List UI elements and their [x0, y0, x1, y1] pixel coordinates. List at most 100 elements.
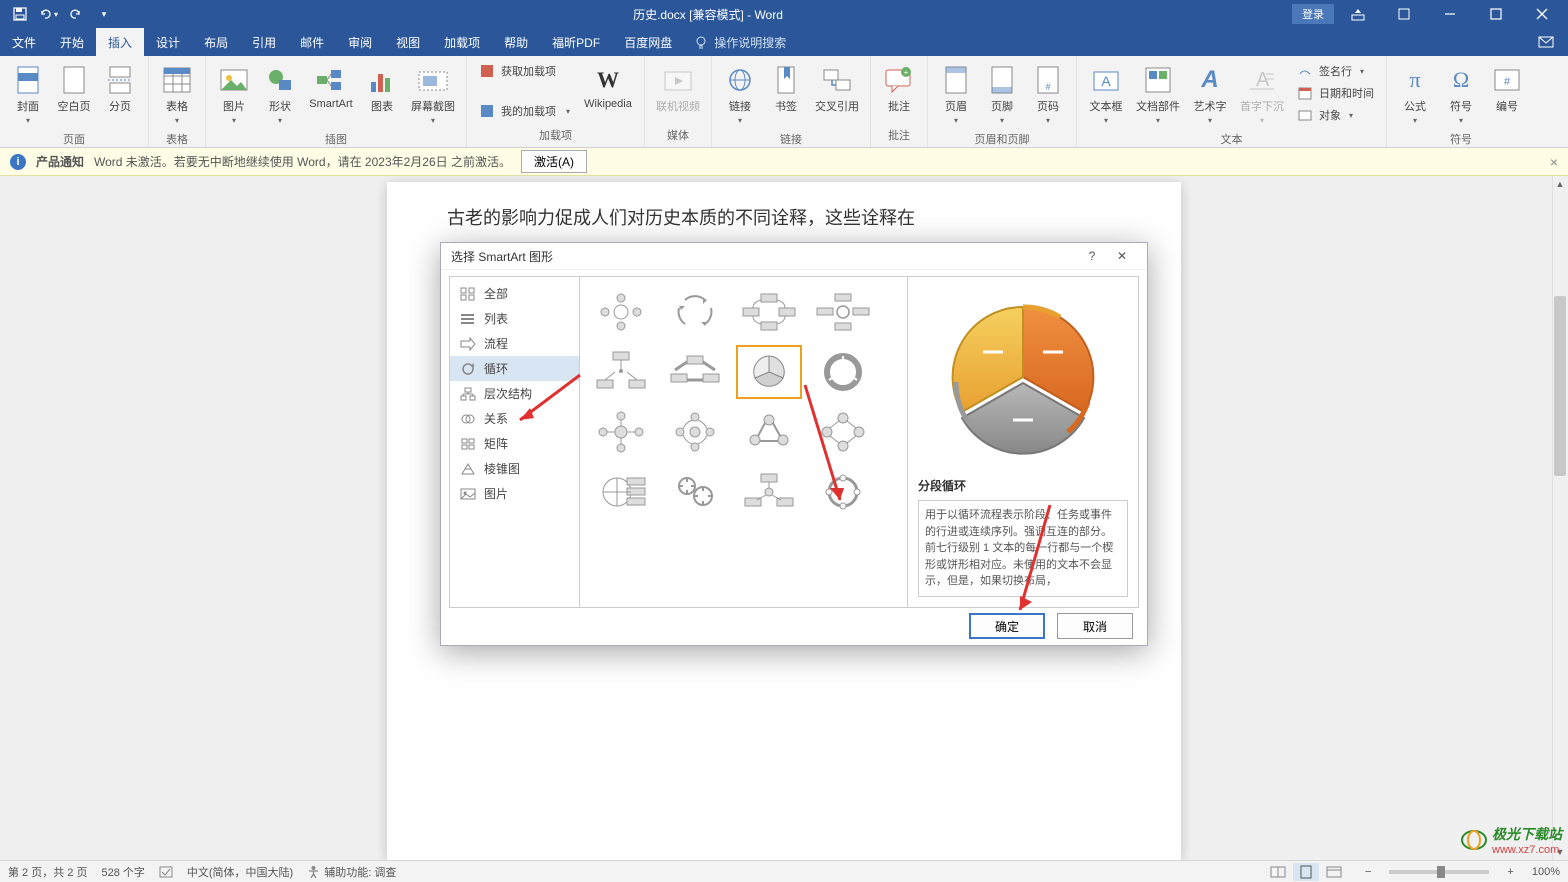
- my-addins-button[interactable]: 我的加载项▾: [473, 100, 576, 122]
- gallery-item-4[interactable]: [588, 345, 654, 399]
- equation-button[interactable]: π公式▾: [1393, 60, 1437, 129]
- gallery-item-10[interactable]: [736, 405, 802, 459]
- qat-customize[interactable]: ▾: [92, 2, 116, 26]
- textbox-button[interactable]: A文本框▾: [1083, 60, 1129, 129]
- gallery-item-2[interactable]: [736, 285, 802, 339]
- activate-button[interactable]: 激活(A): [521, 150, 587, 173]
- zoom-slider[interactable]: [1389, 870, 1489, 874]
- gallery-item-5[interactable]: [662, 345, 728, 399]
- cat-list[interactable]: 列表: [450, 306, 579, 331]
- tab-design[interactable]: 设计: [144, 28, 192, 56]
- gallery-item-15[interactable]: [810, 465, 876, 519]
- tab-baidu[interactable]: 百度网盘: [612, 28, 684, 56]
- status-words[interactable]: 528 个字: [101, 864, 144, 880]
- tab-file[interactable]: 文件: [0, 28, 48, 56]
- bookmark-button[interactable]: 书签: [764, 60, 808, 118]
- scroll-up-arrow[interactable]: ▲: [1552, 176, 1568, 192]
- get-addins-button[interactable]: 获取加载项: [473, 60, 576, 82]
- ok-button[interactable]: 确定: [969, 613, 1045, 639]
- gallery-item-1[interactable]: [662, 285, 728, 339]
- dialog-titlebar[interactable]: 选择 SmartArt 图形 ? ✕: [441, 243, 1147, 270]
- zoom-out-button[interactable]: −: [1361, 866, 1375, 878]
- blank-page-button[interactable]: 空白页: [52, 60, 96, 118]
- tab-layout[interactable]: 布局: [192, 28, 240, 56]
- status-accessibility[interactable]: 辅助功能: 调查: [307, 864, 396, 880]
- tab-references[interactable]: 引用: [240, 28, 288, 56]
- wikipedia-button[interactable]: WWikipedia: [578, 60, 638, 114]
- gallery-item-14[interactable]: [736, 465, 802, 519]
- view-web-layout[interactable]: [1321, 863, 1347, 881]
- smartart-button[interactable]: SmartArt: [304, 60, 358, 114]
- login-button[interactable]: 登录: [1292, 4, 1334, 24]
- signature-button[interactable]: 签名行▾: [1291, 60, 1380, 82]
- ribbon-display-options[interactable]: [1336, 0, 1380, 28]
- screenshot-button[interactable]: 屏幕截图▾: [406, 60, 460, 129]
- cancel-button[interactable]: 取消: [1057, 613, 1133, 639]
- datetime-button[interactable]: 日期和时间: [1291, 82, 1380, 104]
- tab-addins[interactable]: 加载项: [432, 28, 492, 56]
- status-language[interactable]: 中文(简体，中国大陆): [187, 864, 293, 880]
- zoom-level[interactable]: 100%: [1532, 866, 1560, 878]
- tab-view[interactable]: 视图: [384, 28, 432, 56]
- chart-button[interactable]: 图表: [360, 60, 404, 118]
- vertical-scrollbar[interactable]: ▲ ▼: [1552, 176, 1568, 860]
- cat-all[interactable]: 全部: [450, 281, 579, 306]
- minimize-ribbon-hint[interactable]: [1382, 0, 1426, 28]
- tab-home[interactable]: 开始: [48, 28, 96, 56]
- link-button[interactable]: 链接▾: [718, 60, 762, 129]
- save-button[interactable]: [8, 2, 32, 26]
- cat-relationship[interactable]: 关系: [450, 406, 579, 431]
- redo-button[interactable]: [64, 2, 88, 26]
- crossref-button[interactable]: 交叉引用: [810, 60, 864, 118]
- view-read-mode[interactable]: [1265, 863, 1291, 881]
- comment-button[interactable]: +批注: [877, 60, 921, 118]
- gallery-item-9[interactable]: [662, 405, 728, 459]
- pictures-button[interactable]: 图片▾: [212, 60, 256, 129]
- gallery-item-6[interactable]: [736, 345, 802, 399]
- notice-close-button[interactable]: ×: [1550, 154, 1558, 170]
- dialog-close-button[interactable]: ✕: [1107, 243, 1137, 269]
- cat-hierarchy[interactable]: 层次结构: [450, 381, 579, 406]
- tab-foxit[interactable]: 福昕PDF: [540, 28, 612, 56]
- view-print-layout[interactable]: [1293, 863, 1319, 881]
- document-text[interactable]: 古老的影响力促成人们对历史本质的不同诠释，这些诠释在: [447, 204, 1121, 230]
- cover-page-button[interactable]: 封面▾: [6, 60, 50, 129]
- shapes-button[interactable]: 形状▾: [258, 60, 302, 129]
- zoom-in-button[interactable]: +: [1503, 866, 1517, 878]
- cat-matrix[interactable]: 矩阵: [450, 431, 579, 456]
- gallery-item-12[interactable]: [588, 465, 654, 519]
- undo-button[interactable]: ▾: [36, 2, 60, 26]
- cat-pyramid[interactable]: 棱锥图: [450, 456, 579, 481]
- tab-review[interactable]: 审阅: [336, 28, 384, 56]
- close-button[interactable]: [1520, 0, 1564, 28]
- wordart-button[interactable]: A艺术字▾: [1187, 60, 1233, 129]
- header-button[interactable]: 页眉▾: [934, 60, 978, 129]
- tab-mailings[interactable]: 邮件: [288, 28, 336, 56]
- pagenumber-button[interactable]: #页码▾: [1026, 60, 1070, 129]
- minimize-button[interactable]: [1428, 0, 1472, 28]
- dialog-help-button[interactable]: ?: [1077, 243, 1107, 269]
- maximize-button[interactable]: [1474, 0, 1518, 28]
- gallery-item-13[interactable]: [662, 465, 728, 519]
- quickparts-button[interactable]: 文档部件▾: [1131, 60, 1185, 129]
- gallery-item-7[interactable]: [810, 345, 876, 399]
- gallery-item-8[interactable]: [588, 405, 654, 459]
- cat-cycle[interactable]: 循环: [450, 356, 579, 381]
- preview-description[interactable]: 用于以循环流程表示阶段、任务或事件的行进或连续序列。强调互连的部分。前七行级别 …: [918, 500, 1128, 597]
- symbol-button[interactable]: Ω符号▾: [1439, 60, 1483, 129]
- tab-insert[interactable]: 插入: [96, 28, 144, 56]
- scroll-thumb[interactable]: [1554, 296, 1566, 476]
- tab-help[interactable]: 帮助: [492, 28, 540, 56]
- table-button[interactable]: 表格▾: [155, 60, 199, 129]
- share-button[interactable]: [1524, 28, 1568, 56]
- object-button[interactable]: 对象▾: [1291, 104, 1380, 126]
- gallery-item-3[interactable]: [810, 285, 876, 339]
- cat-process[interactable]: 流程: [450, 331, 579, 356]
- gallery-item-11[interactable]: [810, 405, 876, 459]
- page-break-button[interactable]: 分页: [98, 60, 142, 118]
- status-page[interactable]: 第 2 页，共 2 页: [8, 864, 87, 880]
- gallery-item-0[interactable]: [588, 285, 654, 339]
- cat-picture[interactable]: 图片: [450, 481, 579, 506]
- number-button[interactable]: #编号: [1485, 60, 1529, 118]
- tell-me-search[interactable]: 操作说明搜索: [684, 28, 796, 56]
